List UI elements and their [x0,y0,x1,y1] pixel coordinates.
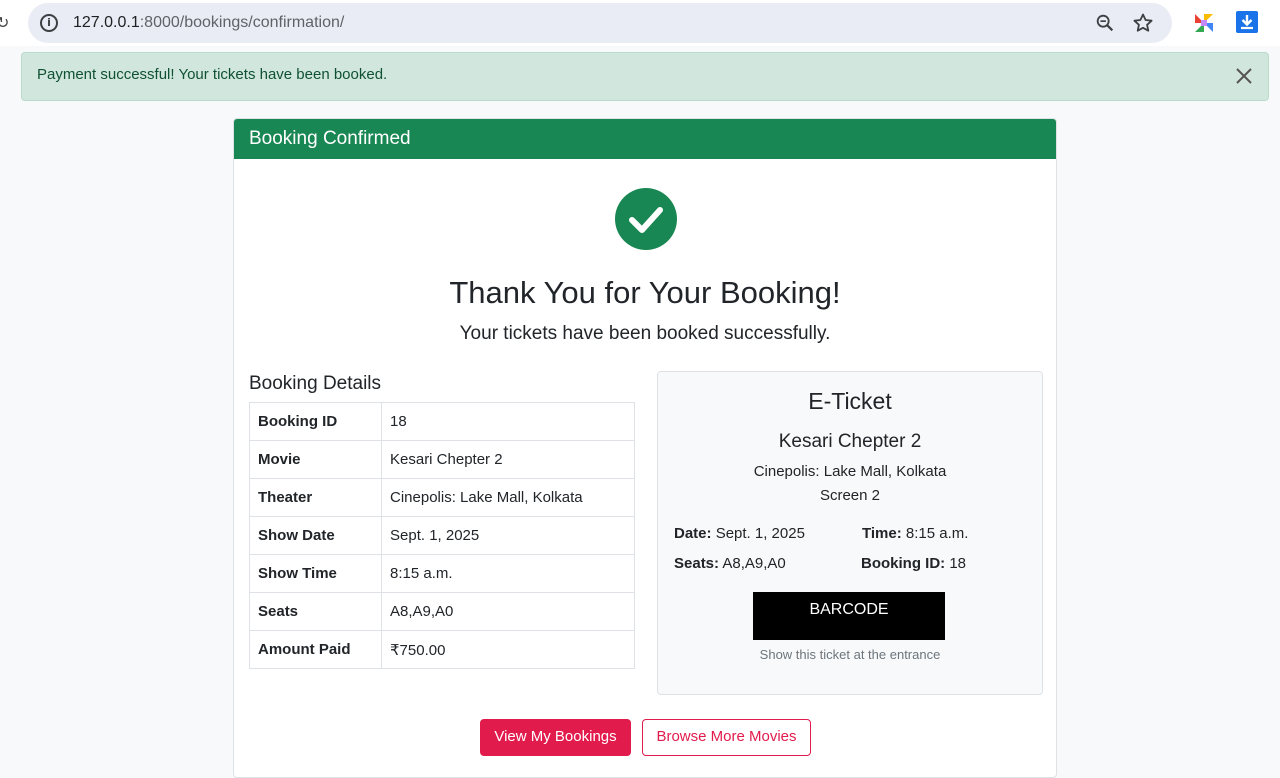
row-value: Cinepolis: Lake Mall, Kolkata [381,478,635,517]
table-row: Show Time 8:15 a.m. [249,554,635,593]
page-subtitle: Your tickets have been booked successful… [459,323,831,344]
row-label: Booking ID [249,402,382,441]
ticket-title: E-Ticket [808,388,892,414]
e-ticket: E-Ticket Kesari Chepter 2 Cinepolis: Lak… [657,371,1043,695]
table-row: Show Date Sept. 1, 2025 [249,516,635,555]
ticket-theater: Cinepolis: Lake Mall, Kolkata [753,463,947,480]
row-label: Movie [249,440,382,479]
url-text[interactable]: 127.0.0.1:8000/bookings/confirmation/ [73,14,344,32]
details-heading: Booking Details [249,373,382,394]
ticket-date-value: Sept. 1, 2025 [715,525,805,542]
close-icon[interactable] [1234,66,1254,86]
url-host: 127.0.0.1 [73,14,140,31]
ticket-time: Time: 8:15 a.m. [862,525,968,542]
row-label: Amount Paid [249,630,382,669]
download-icon[interactable] [1236,11,1258,33]
booking-details-table: Booking ID 18 Movie Kesari Chepter 2 The… [249,402,635,669]
check-circle-icon [615,188,677,250]
success-alert: Payment successful! Your tickets have be… [21,52,1269,101]
card-header-title: Booking Confirmed [249,128,411,149]
booking-card: Booking Confirmed Thank You for Your Boo… [233,118,1057,778]
ticket-time-label: Time: [862,525,902,542]
table-row: Booking ID 18 [249,402,635,441]
row-value: ₹750.00 [381,630,635,669]
ticket-screen: Screen 2 [819,487,881,504]
row-label: Seats [249,592,382,631]
ticket-movie: Kesari Chepter 2 [778,431,922,452]
table-row: Amount Paid ₹750.00 [249,630,635,669]
ticket-booking-label: Booking ID: [861,555,946,572]
table-row: Theater Cinepolis: Lake Mall, Kolkata [249,478,635,517]
barcode: BARCODE [753,592,945,640]
browse-more-movies-button[interactable]: Browse More Movies [642,719,811,756]
view-my-bookings-button[interactable]: View My Bookings [480,719,631,756]
url-path: :8000/bookings/confirmation/ [139,14,345,31]
ticket-seats-label: Seats: [674,555,720,572]
extension-icon[interactable] [1192,11,1216,35]
row-value: 8:15 a.m. [381,554,635,593]
ticket-seats-value: A8,A9,A0 [722,555,786,572]
ticket-date: Date: Sept. 1, 2025 [674,525,805,542]
page-title: Thank You for Your Booking! [449,275,841,310]
alert-message: Payment successful! Your tickets have be… [37,66,388,83]
row-value: Sept. 1, 2025 [381,516,635,555]
row-label: Show Date [249,516,382,555]
browser-toolbar: ↻ i 127.0.0.1:8000/bookings/confirmation… [0,0,1280,46]
ticket-note: Show this ticket at the entrance [759,647,941,662]
ticket-booking-id: Booking ID: 18 [861,555,966,572]
row-value: 18 [381,402,635,441]
row-label: Show Time [249,554,382,593]
reload-icon[interactable]: ↻ [0,13,9,32]
zoom-icon[interactable] [1094,12,1116,34]
ticket-seats: Seats: A8,A9,A0 [674,555,786,572]
table-row: Seats A8,A9,A0 [249,592,635,631]
info-icon[interactable]: i [40,14,58,32]
table-row: Movie Kesari Chepter 2 [249,440,635,479]
address-bar[interactable]: i 127.0.0.1:8000/bookings/confirmation/ [28,3,1172,43]
row-value: Kesari Chepter 2 [381,440,635,479]
row-value: A8,A9,A0 [381,592,635,631]
ticket-time-value: 8:15 a.m. [905,525,969,542]
ticket-booking-value: 18 [949,555,967,572]
card-header: Booking Confirmed [234,119,1056,159]
ticket-date-label: Date: [674,525,712,542]
row-label: Theater [249,478,382,517]
star-icon[interactable] [1131,11,1155,35]
